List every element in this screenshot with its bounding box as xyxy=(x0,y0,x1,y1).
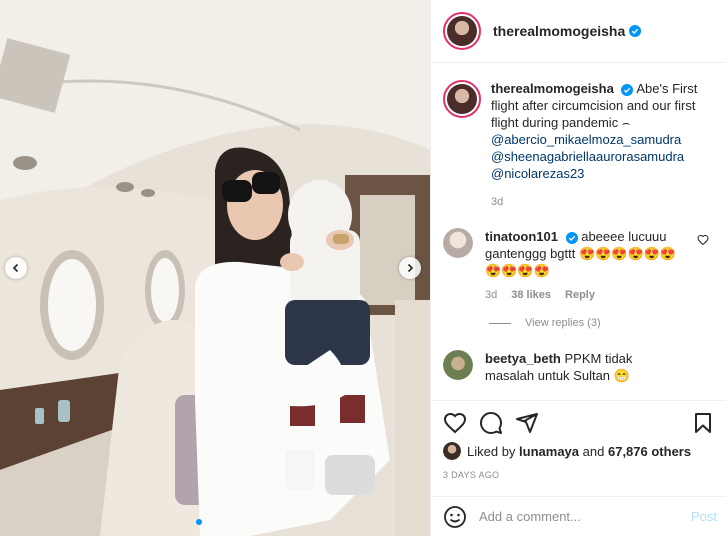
verified-badge-icon xyxy=(565,231,578,244)
add-comment-bar: Post xyxy=(431,496,726,536)
post-photo xyxy=(0,0,430,536)
comment-text-block: tinatoon101 abeeee lucuuu gantenggg bgtt… xyxy=(485,228,685,279)
commenter-username[interactable]: tinatoon101 xyxy=(485,229,558,244)
chevron-left-icon xyxy=(12,263,19,273)
liked-by-prefix: Liked by xyxy=(467,443,516,459)
like-heart-icon[interactable] xyxy=(443,411,467,435)
share-icon[interactable] xyxy=(515,411,539,435)
mention-link[interactable]: @nicolarezas23 xyxy=(491,165,721,182)
comment-age[interactable]: 3d xyxy=(485,289,497,301)
emoji-icon[interactable] xyxy=(443,505,467,529)
carousel-prev-button[interactable] xyxy=(5,257,27,279)
view-replies-label: View replies (3) xyxy=(525,317,601,329)
comment-icon[interactable] xyxy=(479,411,503,435)
post-sidebar: therealmomogeisha therealmomogeisha Abe'… xyxy=(430,0,726,536)
post-header: therealmomogeisha xyxy=(431,0,726,63)
carousel-next-button[interactable] xyxy=(399,257,421,279)
add-comment-input[interactable] xyxy=(477,508,681,525)
commenter-username[interactable]: beetya_beth xyxy=(485,351,561,366)
commenter-avatar[interactable] xyxy=(443,228,473,258)
comment-likes[interactable]: 38 likes xyxy=(511,289,551,301)
post-caption: therealmomogeisha Abe's First flight aft… xyxy=(443,80,723,208)
comment-item: tinatoon101 abeeee lucuuu gantenggg bgtt… xyxy=(443,228,723,301)
verified-badge-icon xyxy=(629,25,642,37)
author-avatar[interactable] xyxy=(443,12,481,50)
carousel-dot xyxy=(196,519,202,525)
author-username[interactable]: therealmomogeisha xyxy=(493,23,625,39)
carousel-indicator xyxy=(196,519,232,525)
post-timestamp[interactable]: 3 DAYS AGO xyxy=(443,470,499,480)
post-actions-bar xyxy=(431,400,726,441)
comment-item: beetya_beth PPKM tidak masalah untuk Sul… xyxy=(443,350,723,384)
comment-text-block: beetya_beth PPKM tidak masalah untuk Sul… xyxy=(485,350,685,384)
mention-link[interactable]: @abercio_mikaelmoza_samudra xyxy=(491,131,721,148)
carousel-dot xyxy=(206,519,212,525)
liked-by-middle: and xyxy=(582,443,605,459)
liked-by-user[interactable]: lunamaya xyxy=(519,444,579,459)
commenter-avatar[interactable] xyxy=(443,350,473,380)
mention-link[interactable]: @sheenagabriellaaurorasamudra xyxy=(491,148,721,165)
post-comment-button[interactable]: Post xyxy=(691,509,717,524)
liker-avatar[interactable] xyxy=(443,442,461,460)
chevron-right-icon xyxy=(407,263,414,273)
replies-divider xyxy=(489,322,511,324)
caption-text-block: therealmomogeisha Abe's First flight aft… xyxy=(491,80,721,182)
comment-reply-button[interactable]: Reply xyxy=(565,289,595,301)
caption-age[interactable]: 3d xyxy=(491,196,721,208)
view-replies-button[interactable]: View replies (3) xyxy=(489,317,601,329)
comment-like-heart-icon[interactable] xyxy=(697,234,709,246)
post-container: therealmomogeisha therealmomogeisha Abe'… xyxy=(0,0,726,536)
liked-by-row: Liked by lunamaya and 67,876 others xyxy=(443,442,691,460)
post-media[interactable] xyxy=(0,0,430,536)
likes-count[interactable]: 67,876 others xyxy=(608,444,691,459)
caption-author-avatar[interactable] xyxy=(443,80,481,118)
save-bookmark-icon[interactable] xyxy=(691,411,715,435)
carousel-dot xyxy=(226,519,232,525)
comment-meta: 3d 38 likes Reply xyxy=(485,289,685,301)
caption-username[interactable]: therealmomogeisha xyxy=(491,81,614,96)
carousel-dot xyxy=(216,519,222,525)
verified-badge-icon xyxy=(621,83,634,96)
